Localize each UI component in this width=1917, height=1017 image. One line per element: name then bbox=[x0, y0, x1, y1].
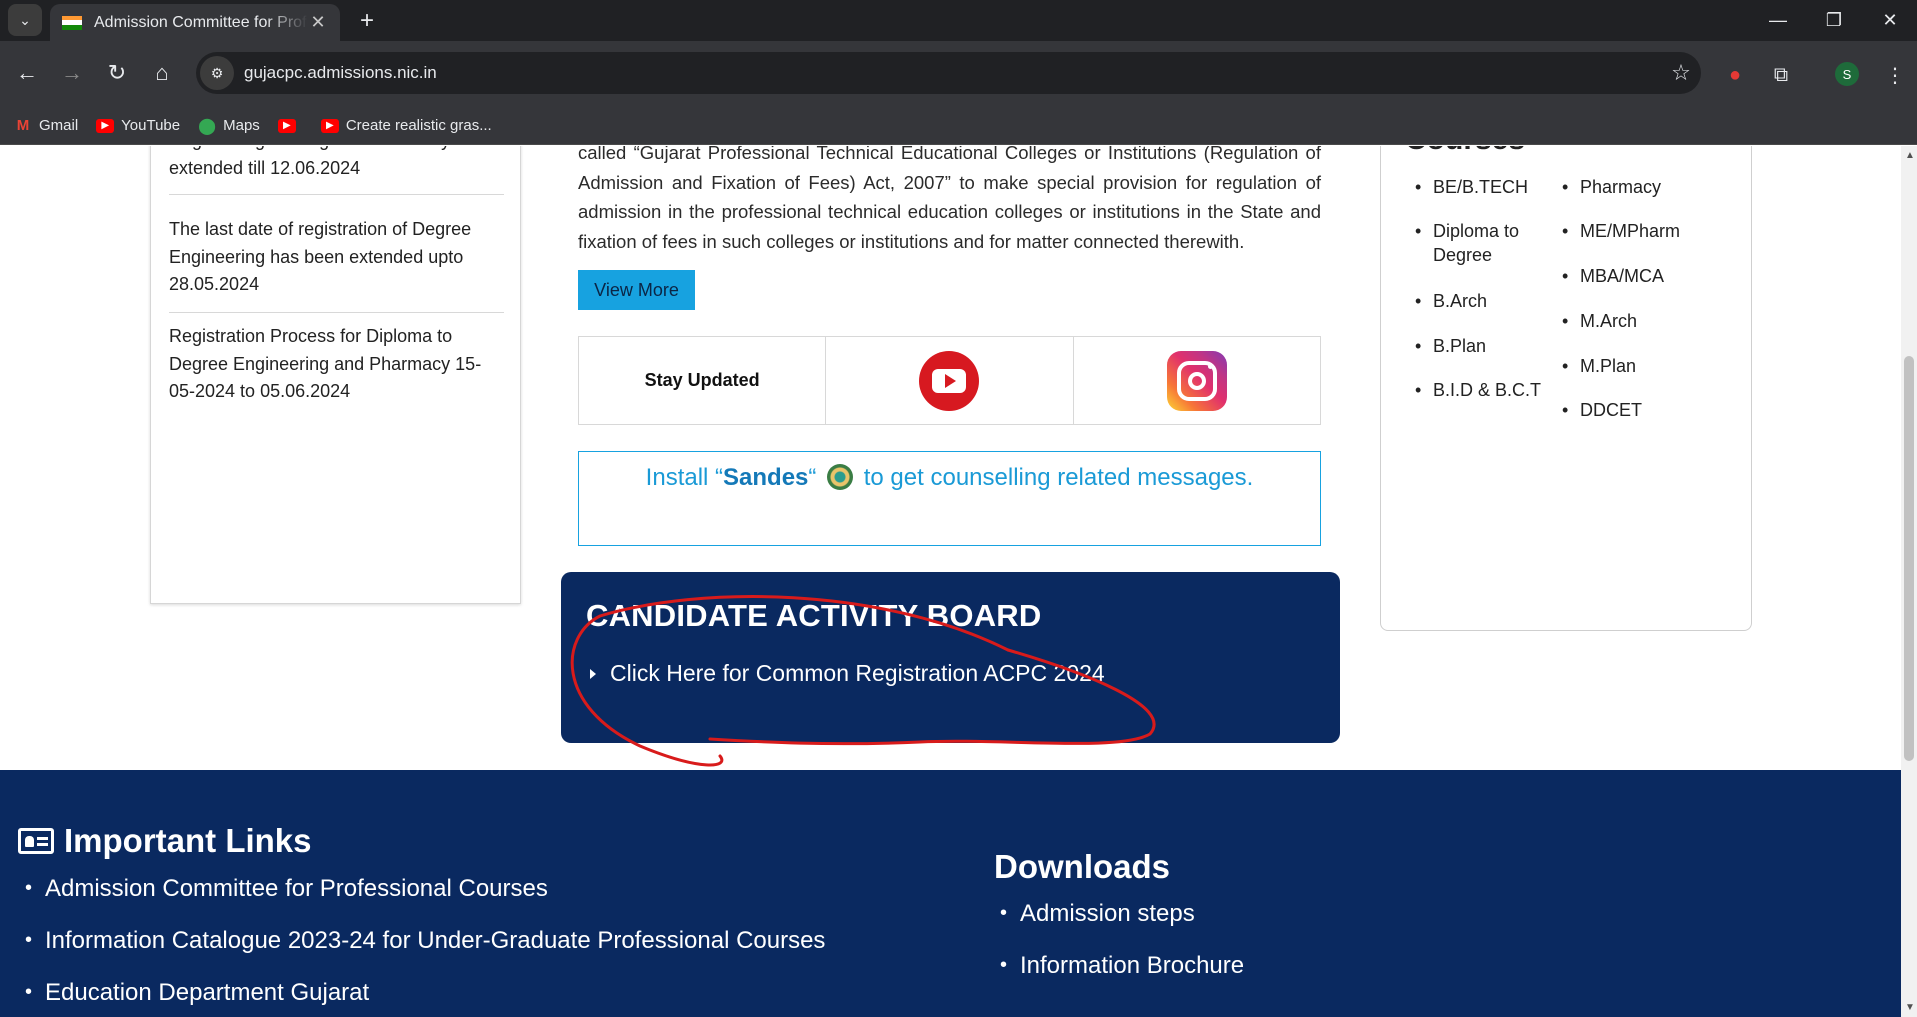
chevron-down-icon: ⌄ bbox=[19, 11, 31, 28]
gmail-icon: M bbox=[16, 117, 30, 134]
footer: Important Links Admission Committee for … bbox=[0, 770, 1901, 1017]
download-link[interactable]: Information Brochure bbox=[1000, 952, 1244, 980]
maps-pin-icon: ⬤ bbox=[198, 117, 217, 135]
bookmark-maps[interactable]: ⬤ Maps bbox=[198, 117, 260, 135]
home-button[interactable]: ⌂ bbox=[145, 56, 179, 90]
activity-board-title: CANDIDATE ACTIVITY BOARD bbox=[586, 598, 1042, 633]
new-tab-button[interactable]: + bbox=[352, 6, 382, 36]
youtube-link[interactable] bbox=[826, 337, 1074, 424]
window-close-button[interactable]: ✕ bbox=[1862, 0, 1917, 41]
restore-button[interactable]: ❐ bbox=[1806, 0, 1862, 41]
bookmarks-bar: M Gmail ▶ YouTube ⬤ Maps ▶ ▶ Create realisti… bbox=[0, 107, 1917, 145]
minimize-button[interactable]: — bbox=[1750, 0, 1806, 41]
scroll-up-icon[interactable]: ▲ bbox=[1905, 150, 1915, 161]
news-card: Degree Engineering and Pharmacy is exten… bbox=[150, 146, 521, 604]
extensions-puzzle-icon[interactable]: ⧉ bbox=[1766, 60, 1796, 90]
common-registration-label[interactable]: Click Here for Common Registration ACPC … bbox=[610, 660, 1105, 687]
menu-kebab-icon[interactable]: ⋮ bbox=[1880, 60, 1910, 90]
id-card-icon bbox=[18, 828, 54, 854]
courses-card: Courses BE/B.TECH Diploma to Degree B.Ar… bbox=[1380, 146, 1752, 631]
india-flag-icon bbox=[62, 15, 82, 30]
stay-updated-label: Stay Updated bbox=[644, 370, 760, 390]
tab-search-button[interactable]: ⌄ bbox=[8, 4, 42, 36]
tab-strip: ⌄ Admission Committee for Professional C… bbox=[0, 0, 1917, 41]
forward-button[interactable]: → bbox=[55, 56, 89, 90]
about-paragraph: called “Gujarat Professional Technical E… bbox=[578, 146, 1321, 252]
profile-avatar[interactable]: S bbox=[1835, 62, 1859, 86]
youtube-icon: ▶ bbox=[320, 118, 339, 133]
instagram-link[interactable] bbox=[1074, 337, 1320, 424]
view-more-button[interactable]: View More bbox=[578, 270, 695, 310]
scrollbar-thumb[interactable] bbox=[1904, 356, 1914, 761]
important-link[interactable]: Information Catalogue 2023-24 for Under-… bbox=[25, 927, 825, 955]
social-row: Stay Updated bbox=[578, 336, 1321, 425]
toolbar: ← → ↻ ⌂ ⚙ gujacpc.admissions.nic.in ☆ ● … bbox=[0, 41, 1917, 107]
news-item[interactable]: Registration Process for Diploma to Degr… bbox=[169, 323, 504, 406]
stay-updated-cell: Stay Updated bbox=[579, 337, 827, 424]
downloads-title: Downloads bbox=[994, 848, 1171, 885]
url-text[interactable]: gujacpc.admissions.nic.in bbox=[244, 63, 1661, 83]
important-links-title: Important Links bbox=[18, 822, 312, 860]
course-item[interactable]: Pharmacy bbox=[1562, 175, 1661, 199]
course-item[interactable]: M.Plan bbox=[1562, 354, 1636, 378]
divider bbox=[169, 194, 504, 195]
sandes-text: to get counselling related messages. bbox=[863, 464, 1254, 491]
divider bbox=[169, 312, 504, 313]
bookmark-create-realistic[interactable]: ▶ Create realistic gras... bbox=[320, 117, 492, 134]
sandes-logo-icon bbox=[827, 463, 854, 490]
instagram-icon[interactable] bbox=[1166, 350, 1227, 411]
news-item[interactable]: The last date of registration of Degree … bbox=[169, 216, 504, 299]
extension-stop-icon[interactable]: ● bbox=[1720, 60, 1750, 90]
page-scrollbar[interactable]: ▲ ▼ bbox=[1901, 146, 1917, 1017]
youtube-icon[interactable] bbox=[919, 350, 980, 411]
address-bar[interactable]: ⚙ gujacpc.admissions.nic.in ☆ bbox=[196, 52, 1701, 94]
sandes-banner[interactable]: Install “Sandes“ to get counselling rela… bbox=[578, 451, 1321, 546]
page-viewport: Degree Engineering and Pharmacy is exten… bbox=[0, 146, 1917, 1017]
site-info-icon[interactable]: ⚙ bbox=[200, 56, 234, 90]
scroll-down-icon[interactable]: ▼ bbox=[1905, 1002, 1915, 1013]
course-item[interactable]: BE/B.TECH bbox=[1415, 175, 1528, 199]
sandes-app-name: Sandes bbox=[723, 464, 809, 491]
course-item[interactable]: B.Plan bbox=[1415, 334, 1486, 358]
bookmark-youtube-2[interactable]: ▶ bbox=[277, 118, 303, 133]
active-tab[interactable]: Admission Committee for Professional Cou… bbox=[50, 4, 340, 41]
course-item[interactable]: Diploma to Degree bbox=[1415, 219, 1543, 267]
close-icon[interactable]: ✕ bbox=[308, 12, 328, 33]
bookmark-youtube[interactable]: ▶ YouTube bbox=[96, 117, 180, 134]
course-item[interactable]: DDCET bbox=[1562, 398, 1642, 422]
youtube-icon: ▶ bbox=[96, 118, 115, 133]
caret-right-icon bbox=[590, 668, 596, 679]
courses-title: Courses bbox=[1405, 146, 1525, 157]
course-item[interactable]: B.I.D & B.C.T bbox=[1415, 378, 1541, 402]
course-item[interactable]: MBA/MCA bbox=[1562, 264, 1664, 288]
course-item[interactable]: B.Arch bbox=[1415, 289, 1487, 313]
reload-button[interactable]: ↻ bbox=[100, 56, 134, 90]
candidate-activity-board: CANDIDATE ACTIVITY BOARD Click Here for … bbox=[561, 572, 1340, 743]
course-item[interactable]: M.Arch bbox=[1562, 309, 1637, 333]
important-link[interactable]: Education Department Gujarat bbox=[25, 979, 369, 1007]
common-registration-link[interactable]: Click Here for Common Registration ACPC … bbox=[586, 660, 1105, 687]
course-item[interactable]: ME/MPharm bbox=[1562, 219, 1680, 243]
youtube-icon: ▶ bbox=[277, 118, 296, 133]
back-button[interactable]: ← bbox=[10, 56, 44, 90]
download-link[interactable]: Admission steps bbox=[1000, 900, 1195, 928]
news-item[interactable]: Degree Engineering and Pharmacy is exten… bbox=[169, 146, 504, 182]
important-link[interactable]: Admission Committee for Professional Cou… bbox=[25, 875, 548, 903]
tab-title: Admission Committee for Professional Cou… bbox=[94, 13, 308, 31]
bookmark-star-icon[interactable]: ☆ bbox=[1661, 60, 1701, 86]
bookmark-gmail[interactable]: M Gmail bbox=[14, 117, 78, 134]
